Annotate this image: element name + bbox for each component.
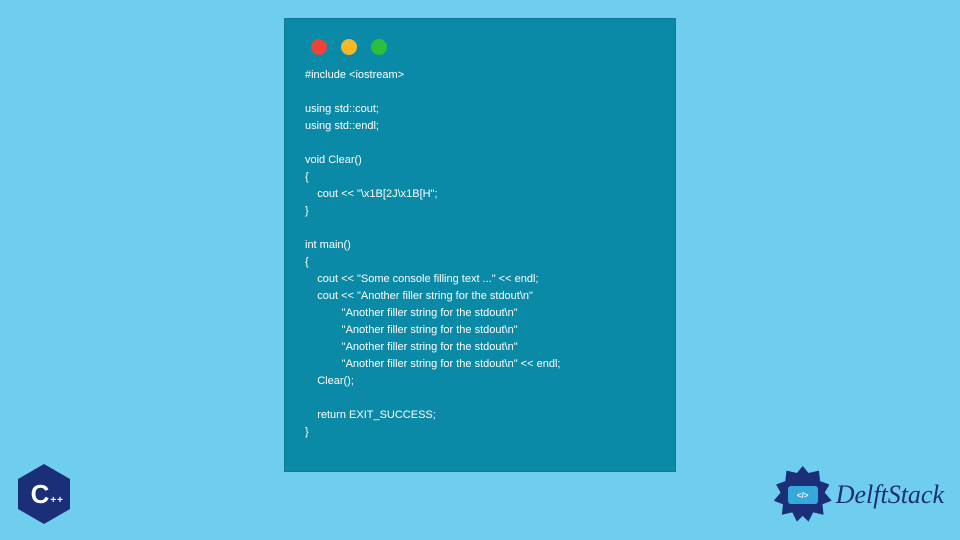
minimize-icon[interactable] [341, 39, 357, 55]
delftstack-star-icon: </> [774, 466, 832, 524]
code-window: #include <iostream> using std::cout; usi… [284, 18, 676, 472]
delftstack-logo: </> DelftStack [774, 466, 944, 524]
close-icon[interactable] [311, 39, 327, 55]
cpp-hexagon-icon: C ++ [18, 464, 70, 524]
code-angle-icon: </> [788, 486, 818, 504]
maximize-icon[interactable] [371, 39, 387, 55]
cpp-badge: C ++ [14, 460, 74, 528]
stage: #include <iostream> using std::cout; usi… [0, 0, 960, 540]
cpp-plusplus: ++ [50, 495, 64, 506]
code-block: #include <iostream> using std::cout; usi… [305, 67, 655, 441]
window-controls [311, 39, 655, 55]
cpp-letter: C [31, 479, 50, 510]
delftstack-label: DelftStack [836, 480, 944, 510]
